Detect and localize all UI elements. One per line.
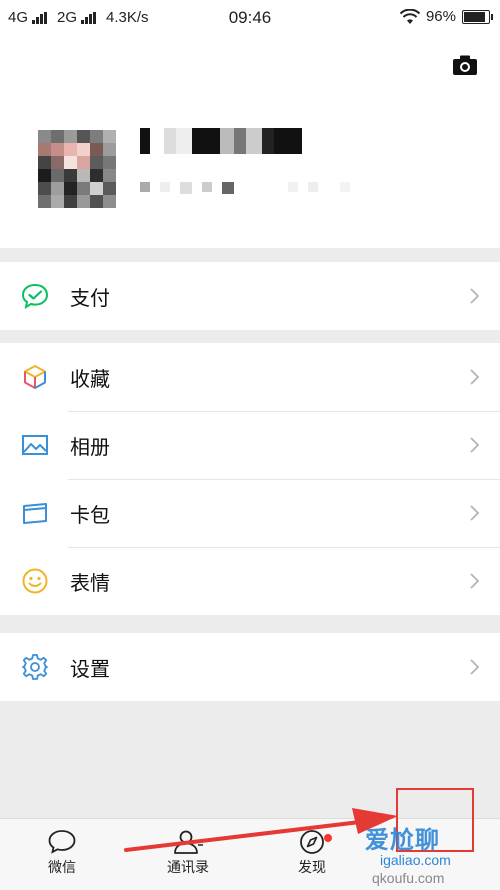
status-bar: 4G 2G 4.3K/s 09:46 96% (0, 0, 500, 36)
compass-icon (300, 830, 324, 854)
avatar-pixel (38, 156, 51, 169)
settings-section: 设置 (0, 633, 500, 701)
menu-item-pay[interactable]: 支付 (0, 262, 500, 330)
avatar-pixel (103, 182, 116, 195)
menu-item-album[interactable]: 相册 (0, 411, 500, 479)
avatar-pixel (51, 143, 64, 156)
avatar-pixel (90, 182, 103, 195)
avatar-pixel (64, 156, 77, 169)
avatar-pixel (77, 182, 90, 195)
avatar-pixel (77, 169, 90, 182)
wechat-pay-icon (20, 281, 50, 311)
avatar-pixel (38, 182, 51, 195)
avatar-pixel (90, 195, 103, 208)
card-icon (20, 498, 50, 528)
menu-item-stickers[interactable]: 表情 (0, 547, 500, 615)
avatar-pixel (51, 182, 64, 195)
avatar-pixel (64, 169, 77, 182)
menu-label-cards: 卡包 (70, 504, 110, 527)
avatar-pixel (51, 169, 64, 182)
avatar-pixel (38, 169, 51, 182)
cube-icon (20, 362, 50, 392)
menu-label-album: 相册 (70, 436, 110, 459)
smile-icon (20, 566, 50, 596)
gear-icon (20, 652, 50, 682)
chat-bubble-icon (48, 830, 76, 854)
avatar-pixel (90, 156, 103, 169)
avatar-pixel (64, 130, 77, 143)
avatar-pixel (77, 195, 90, 208)
menu-item-favorites[interactable]: 收藏 (0, 343, 500, 411)
avatar-pixel (103, 143, 116, 156)
watermark-sub: qkoufu.com (372, 870, 445, 886)
avatar-pixel (51, 156, 64, 169)
menu-item-settings[interactable]: 设置 (0, 633, 500, 701)
watermark-url: igaliao.com (380, 852, 451, 868)
notification-dot (324, 834, 332, 842)
chevron-right-icon (470, 369, 480, 385)
tab-label-discover: 发现 (298, 859, 326, 875)
avatar-pixel (103, 169, 116, 182)
chevron-right-icon (470, 505, 480, 521)
avatar-pixel (77, 156, 90, 169)
avatar-pixel (90, 143, 103, 156)
tab-label-contacts: 通讯录 (167, 859, 209, 875)
avatar-pixel (51, 130, 64, 143)
avatar-pixel (103, 130, 116, 143)
avatar-pixel (64, 195, 77, 208)
avatar-pixel (38, 143, 51, 156)
battery-level (464, 11, 486, 22)
chevron-right-icon (470, 437, 480, 453)
avatar-pixel (64, 143, 77, 156)
avatar-pixel (51, 195, 64, 208)
avatar-pixel (103, 195, 116, 208)
avatar[interactable] (38, 130, 116, 208)
avatar-pixel (38, 130, 51, 143)
menu-label-pay: 支付 (70, 287, 110, 310)
wechat-id-redacted (140, 182, 350, 194)
tab-chats[interactable]: 微信 (22, 825, 102, 877)
services-section: 收藏 相册 卡包 表情 (0, 343, 500, 615)
avatar-pixel (77, 143, 90, 156)
avatar-pixel (77, 130, 90, 143)
chevron-right-icon (470, 659, 480, 675)
avatar-pixel (64, 182, 77, 195)
battery-icon (462, 9, 493, 24)
tab-discover[interactable]: 发现 (272, 825, 352, 877)
menu-item-cards[interactable]: 卡包 (0, 479, 500, 547)
profile-header[interactable] (0, 36, 500, 248)
tab-label-chats: 微信 (48, 859, 76, 875)
nickname-redacted (140, 128, 302, 154)
picture-icon (20, 430, 50, 460)
menu-label-stickers: 表情 (70, 572, 110, 595)
tab-contacts[interactable]: 通讯录 (148, 825, 228, 877)
battery-percent: 96% (425, 8, 456, 25)
avatar-pixel (103, 156, 116, 169)
avatar-pixel (90, 130, 103, 143)
camera-icon[interactable] (452, 54, 478, 76)
watermark-logo: 爱尬聊 (365, 827, 440, 854)
avatar-pixel (90, 169, 103, 182)
contacts-icon (174, 830, 203, 854)
chevron-right-icon (470, 288, 480, 304)
chevron-right-icon (470, 573, 480, 589)
pay-section: 支付 (0, 262, 500, 330)
menu-label-favorites: 收藏 (70, 368, 110, 391)
menu-label-settings: 设置 (70, 658, 110, 681)
avatar-pixel (38, 195, 51, 208)
wifi-icon (399, 8, 420, 24)
